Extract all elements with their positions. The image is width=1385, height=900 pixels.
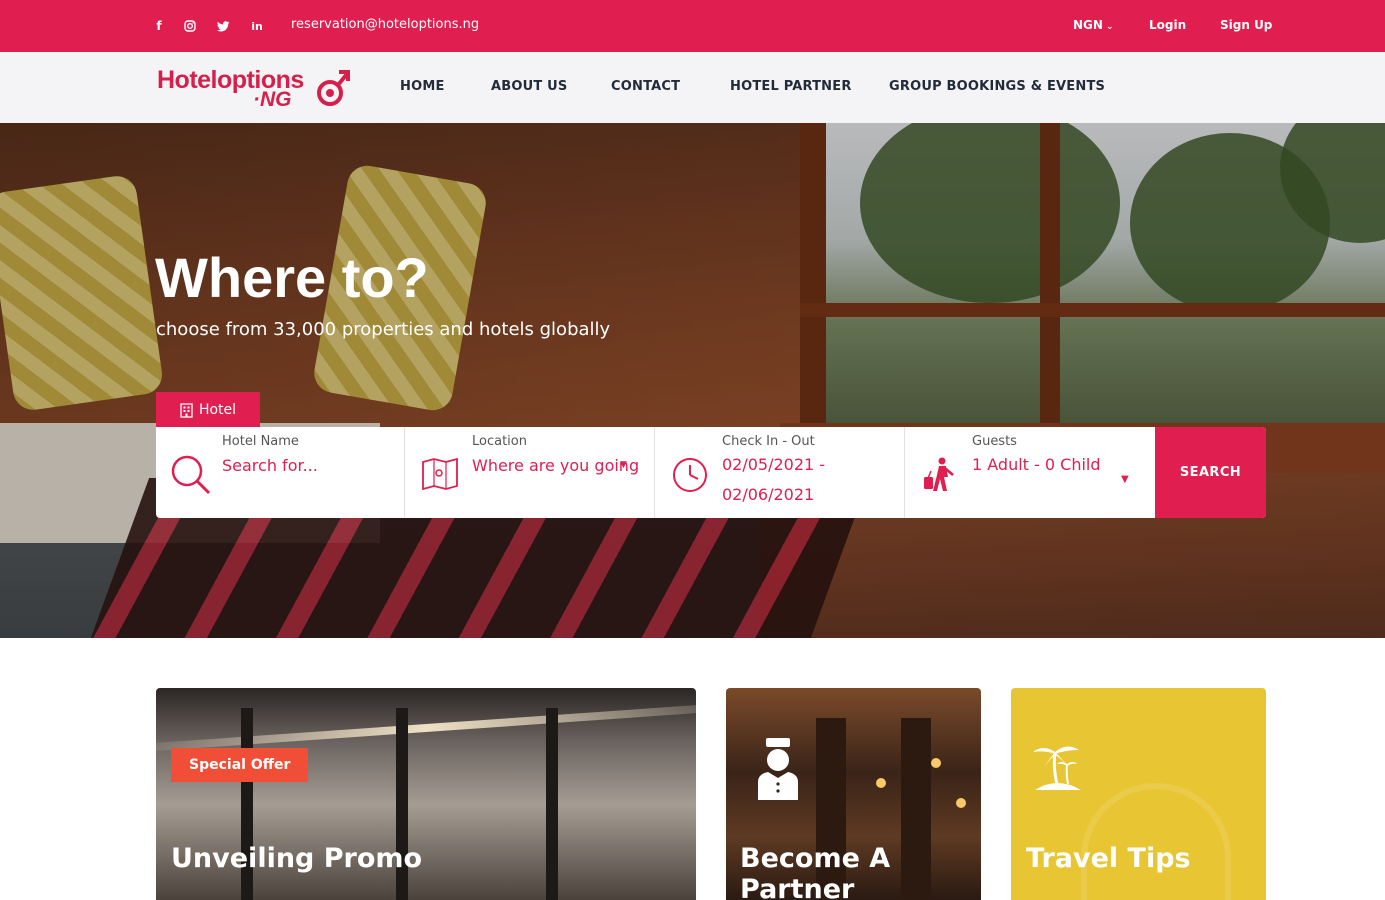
main-navbar: Hoteloptions ·NG HOME ABOUT US CONTACT H… — [0, 52, 1385, 123]
special-offer-badge: Special Offer — [171, 748, 309, 782]
map-icon — [422, 458, 458, 490]
nav-contact[interactable]: CONTACT — [611, 79, 680, 94]
guests-dropdown-icon[interactable]: ▼ — [1121, 474, 1129, 485]
tab-hotel-label: Hotel — [198, 402, 237, 418]
nav-hotel-partner[interactable]: HOTEL PARTNER — [730, 79, 852, 94]
travel-tips-title: Travel Tips — [1026, 843, 1191, 874]
nav-group-bookings[interactable]: GROUP BOOKINGS & EVENTS — [889, 79, 1105, 94]
location-label: Location — [472, 434, 527, 449]
hero-title: Where to? — [155, 246, 429, 309]
building-icon — [180, 402, 193, 418]
currency-value: NGN — [1073, 18, 1103, 32]
checkin-value[interactable]: 02/05/2021 - — [722, 455, 825, 474]
search-form: Hotel Name Search for... Location Where … — [156, 427, 1266, 518]
nav-home[interactable]: HOME — [400, 79, 445, 94]
hero-banner: Where to? choose from 33,000 properties … — [0, 123, 1385, 638]
hotel-name-label: Hotel Name — [222, 434, 299, 449]
currency-selector[interactable]: NGN ⌄ — [1073, 18, 1113, 32]
nav-about-us[interactable]: ABOUT US — [491, 79, 568, 94]
hotel-name-input[interactable]: Search for... — [222, 456, 318, 475]
bellhop-icon — [758, 738, 798, 800]
location-field[interactable]: Location Where are you going ▼ — [405, 427, 655, 518]
dates-field[interactable]: Check In - Out 02/05/2021 - 02/06/2021 — [655, 427, 905, 518]
tab-hotel[interactable]: Hotel — [156, 392, 260, 428]
promo-card-travel-tips[interactable]: Travel Tips — [1011, 688, 1266, 900]
chevron-down-icon: ⌄ — [1105, 22, 1114, 32]
search-button[interactable]: SEARCH — [1155, 427, 1266, 518]
promo-card-partner[interactable]: Become A Partner — [726, 688, 981, 900]
login-link[interactable]: Login — [1149, 18, 1186, 32]
guests-field[interactable]: Guests 1 Adult - 0 Child ▼ — [905, 427, 1155, 518]
gender-symbol-icon — [317, 70, 350, 106]
partner-card-title: Become A Partner — [740, 843, 891, 900]
clock-icon — [673, 458, 707, 492]
promo-card-unveiling[interactable]: Special Offer Unveiling Promo — [156, 688, 696, 900]
contact-email-link[interactable]: reservation@hoteloptions.ng — [291, 17, 479, 32]
dates-label: Check In - Out — [722, 434, 815, 449]
guests-value[interactable]: 1 Adult - 0 Child — [972, 455, 1101, 474]
checkout-value[interactable]: 02/06/2021 — [722, 485, 814, 504]
location-input[interactable]: Where are you going — [472, 456, 639, 475]
signup-link[interactable]: Sign Up — [1220, 18, 1272, 32]
site-logo[interactable]: Hoteloptions ·NG — [157, 66, 357, 112]
hero-subtitle: choose from 33,000 properties and hotels… — [156, 319, 611, 340]
twitter-icon[interactable] — [215, 18, 231, 34]
search-icon — [171, 455, 211, 495]
instagram-icon[interactable] — [182, 18, 198, 34]
top-bar: f in reservation@hoteloptions.ng NGN ⌄ Lo… — [0, 0, 1385, 52]
palm-island-icon — [1033, 746, 1081, 790]
linkedin-icon[interactable]: in — [249, 18, 265, 34]
hotel-name-field[interactable]: Hotel Name Search for... — [156, 427, 405, 518]
guests-label: Guests — [972, 434, 1017, 449]
traveler-luggage-icon — [924, 457, 954, 491]
logo-suffix: ·NG — [253, 88, 292, 111]
facebook-icon[interactable]: f — [151, 18, 167, 34]
promo-card-title: Unveiling Promo — [171, 843, 423, 874]
location-dropdown-icon[interactable]: ▼ — [620, 460, 627, 470]
